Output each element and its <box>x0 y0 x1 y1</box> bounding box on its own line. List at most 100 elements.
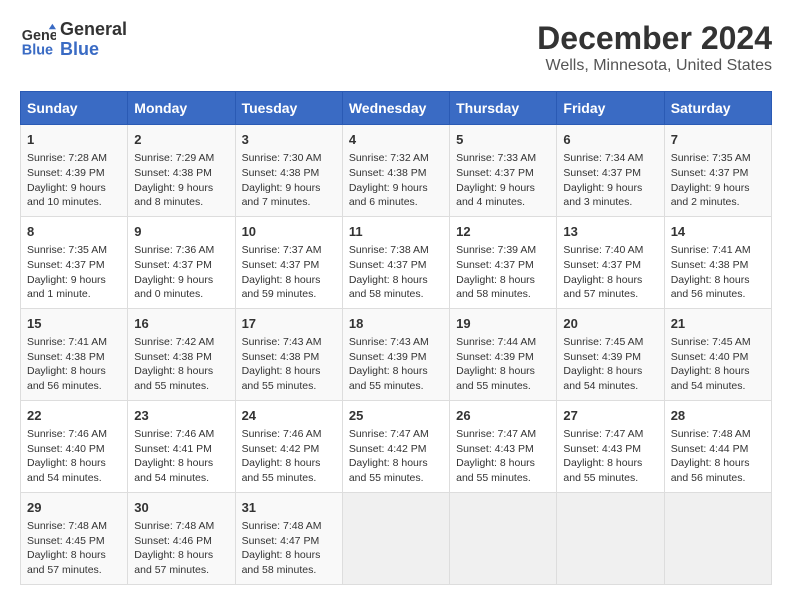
sunrise: Sunrise: 7:46 AM <box>134 428 214 440</box>
sunrise: Sunrise: 7:47 AM <box>456 428 536 440</box>
sunset: Sunset: 4:41 PM <box>134 443 212 455</box>
sunset: Sunset: 4:37 PM <box>134 259 212 271</box>
day-number: 11 <box>349 223 443 241</box>
calendar-cell: 27Sunrise: 7:47 AMSunset: 4:43 PMDayligh… <box>557 400 664 492</box>
daylight: Daylight: 8 hours and 55 minutes. <box>242 365 321 392</box>
calendar-cell: 24Sunrise: 7:46 AMSunset: 4:42 PMDayligh… <box>235 400 342 492</box>
day-number: 15 <box>27 315 121 333</box>
sunset: Sunset: 4:37 PM <box>563 167 641 179</box>
sunset: Sunset: 4:39 PM <box>349 351 427 363</box>
calendar-cell: 10Sunrise: 7:37 AMSunset: 4:37 PMDayligh… <box>235 216 342 308</box>
daylight: Daylight: 9 hours and 1 minute. <box>27 274 106 301</box>
sunset: Sunset: 4:37 PM <box>456 259 534 271</box>
day-number: 14 <box>671 223 765 241</box>
main-title: December 2024 <box>537 20 772 57</box>
sunrise: Sunrise: 7:47 AM <box>349 428 429 440</box>
day-number: 5 <box>456 131 550 149</box>
sunset: Sunset: 4:39 PM <box>27 167 105 179</box>
daylight: Daylight: 8 hours and 57 minutes. <box>134 549 213 576</box>
day-number: 28 <box>671 407 765 425</box>
day-number: 3 <box>242 131 336 149</box>
day-number: 31 <box>242 499 336 517</box>
logo-line2: Blue <box>60 40 127 60</box>
day-number: 30 <box>134 499 228 517</box>
calendar-cell: 25Sunrise: 7:47 AMSunset: 4:42 PMDayligh… <box>342 400 449 492</box>
day-header-thursday: Thursday <box>450 92 557 125</box>
day-number: 22 <box>27 407 121 425</box>
day-number: 8 <box>27 223 121 241</box>
daylight: Daylight: 8 hours and 55 minutes. <box>456 457 535 484</box>
sunset: Sunset: 4:40 PM <box>671 351 749 363</box>
sunrise: Sunrise: 7:41 AM <box>27 336 107 348</box>
calendar-cell: 6Sunrise: 7:34 AMSunset: 4:37 PMDaylight… <box>557 125 664 217</box>
daylight: Daylight: 8 hours and 59 minutes. <box>242 274 321 301</box>
day-number: 26 <box>456 407 550 425</box>
logo-icon: General Blue <box>20 22 56 58</box>
sunrise: Sunrise: 7:35 AM <box>27 244 107 256</box>
calendar-week-row: 29Sunrise: 7:48 AMSunset: 4:45 PMDayligh… <box>21 492 772 584</box>
sunrise: Sunrise: 7:48 AM <box>134 520 214 532</box>
sunrise: Sunrise: 7:44 AM <box>456 336 536 348</box>
calendar-cell: 26Sunrise: 7:47 AMSunset: 4:43 PMDayligh… <box>450 400 557 492</box>
daylight: Daylight: 8 hours and 54 minutes. <box>563 365 642 392</box>
day-number: 16 <box>134 315 228 333</box>
sunset: Sunset: 4:38 PM <box>671 259 749 271</box>
sunset: Sunset: 4:37 PM <box>242 259 320 271</box>
sunrise: Sunrise: 7:48 AM <box>671 428 751 440</box>
sunset: Sunset: 4:42 PM <box>349 443 427 455</box>
daylight: Daylight: 8 hours and 57 minutes. <box>27 549 106 576</box>
daylight: Daylight: 9 hours and 8 minutes. <box>134 182 213 209</box>
calendar-week-row: 1Sunrise: 7:28 AMSunset: 4:39 PMDaylight… <box>21 125 772 217</box>
calendar-cell: 28Sunrise: 7:48 AMSunset: 4:44 PMDayligh… <box>664 400 771 492</box>
sunset: Sunset: 4:44 PM <box>671 443 749 455</box>
logo: General Blue General Blue <box>20 20 127 60</box>
daylight: Daylight: 8 hours and 57 minutes. <box>563 274 642 301</box>
day-number: 4 <box>349 131 443 149</box>
calendar-cell: 11Sunrise: 7:38 AMSunset: 4:37 PMDayligh… <box>342 216 449 308</box>
calendar-cell <box>342 492 449 584</box>
sunrise: Sunrise: 7:43 AM <box>349 336 429 348</box>
sunrise: Sunrise: 7:47 AM <box>563 428 643 440</box>
day-number: 25 <box>349 407 443 425</box>
calendar-cell: 21Sunrise: 7:45 AMSunset: 4:40 PMDayligh… <box>664 308 771 400</box>
daylight: Daylight: 8 hours and 54 minutes. <box>134 457 213 484</box>
sunrise: Sunrise: 7:43 AM <box>242 336 322 348</box>
calendar-cell: 30 Sunrise: 7:48 AM Sunset: 4:46 PM Dayligh… <box>128 492 235 584</box>
daylight: Daylight: 9 hours and 0 minutes. <box>134 274 213 301</box>
sunset: Sunset: 4:40 PM <box>27 443 105 455</box>
day-number: 23 <box>134 407 228 425</box>
sunset: Sunset: 4:38 PM <box>134 167 212 179</box>
calendar-cell: 20Sunrise: 7:45 AMSunset: 4:39 PMDayligh… <box>557 308 664 400</box>
day-number: 9 <box>134 223 228 241</box>
daylight: Daylight: 8 hours and 55 minutes. <box>349 365 428 392</box>
calendar-cell: 16Sunrise: 7:42 AMSunset: 4:38 PMDayligh… <box>128 308 235 400</box>
day-number: 24 <box>242 407 336 425</box>
day-number: 6 <box>563 131 657 149</box>
calendar-week-row: 8 Sunrise: 7:35 AM Sunset: 4:37 PM Daylight… <box>21 216 772 308</box>
calendar-cell: 19Sunrise: 7:44 AMSunset: 4:39 PMDayligh… <box>450 308 557 400</box>
calendar-cell: 3Sunrise: 7:30 AMSunset: 4:38 PMDaylight… <box>235 125 342 217</box>
calendar-table: SundayMondayTuesdayWednesdayThursdayFrid… <box>20 91 772 585</box>
sunset: Sunset: 4:37 PM <box>349 259 427 271</box>
sunrise: Sunrise: 7:46 AM <box>242 428 322 440</box>
sunrise: Sunrise: 7:36 AM <box>134 244 214 256</box>
calendar-cell: 2Sunrise: 7:29 AMSunset: 4:38 PMDaylight… <box>128 125 235 217</box>
sunset: Sunset: 4:46 PM <box>134 535 212 547</box>
day-header-saturday: Saturday <box>664 92 771 125</box>
day-header-wednesday: Wednesday <box>342 92 449 125</box>
calendar-cell: 18Sunrise: 7:43 AMSunset: 4:39 PMDayligh… <box>342 308 449 400</box>
daylight: Daylight: 9 hours and 7 minutes. <box>242 182 321 209</box>
logo-text: General Blue <box>60 20 127 60</box>
sunset: Sunset: 4:38 PM <box>349 167 427 179</box>
calendar-cell: 5Sunrise: 7:33 AMSunset: 4:37 PMDaylight… <box>450 125 557 217</box>
calendar-week-row: 15Sunrise: 7:41 AMSunset: 4:38 PMDayligh… <box>21 308 772 400</box>
sunrise: Sunrise: 7:34 AM <box>563 152 643 164</box>
calendar-cell: 7Sunrise: 7:35 AMSunset: 4:37 PMDaylight… <box>664 125 771 217</box>
svg-text:Blue: Blue <box>22 42 53 58</box>
daylight: Daylight: 8 hours and 55 minutes. <box>134 365 213 392</box>
sunset: Sunset: 4:37 PM <box>456 167 534 179</box>
day-number: 2 <box>134 131 228 149</box>
sunrise: Sunrise: 7:45 AM <box>563 336 643 348</box>
calendar-cell <box>450 492 557 584</box>
sunrise: Sunrise: 7:41 AM <box>671 244 751 256</box>
